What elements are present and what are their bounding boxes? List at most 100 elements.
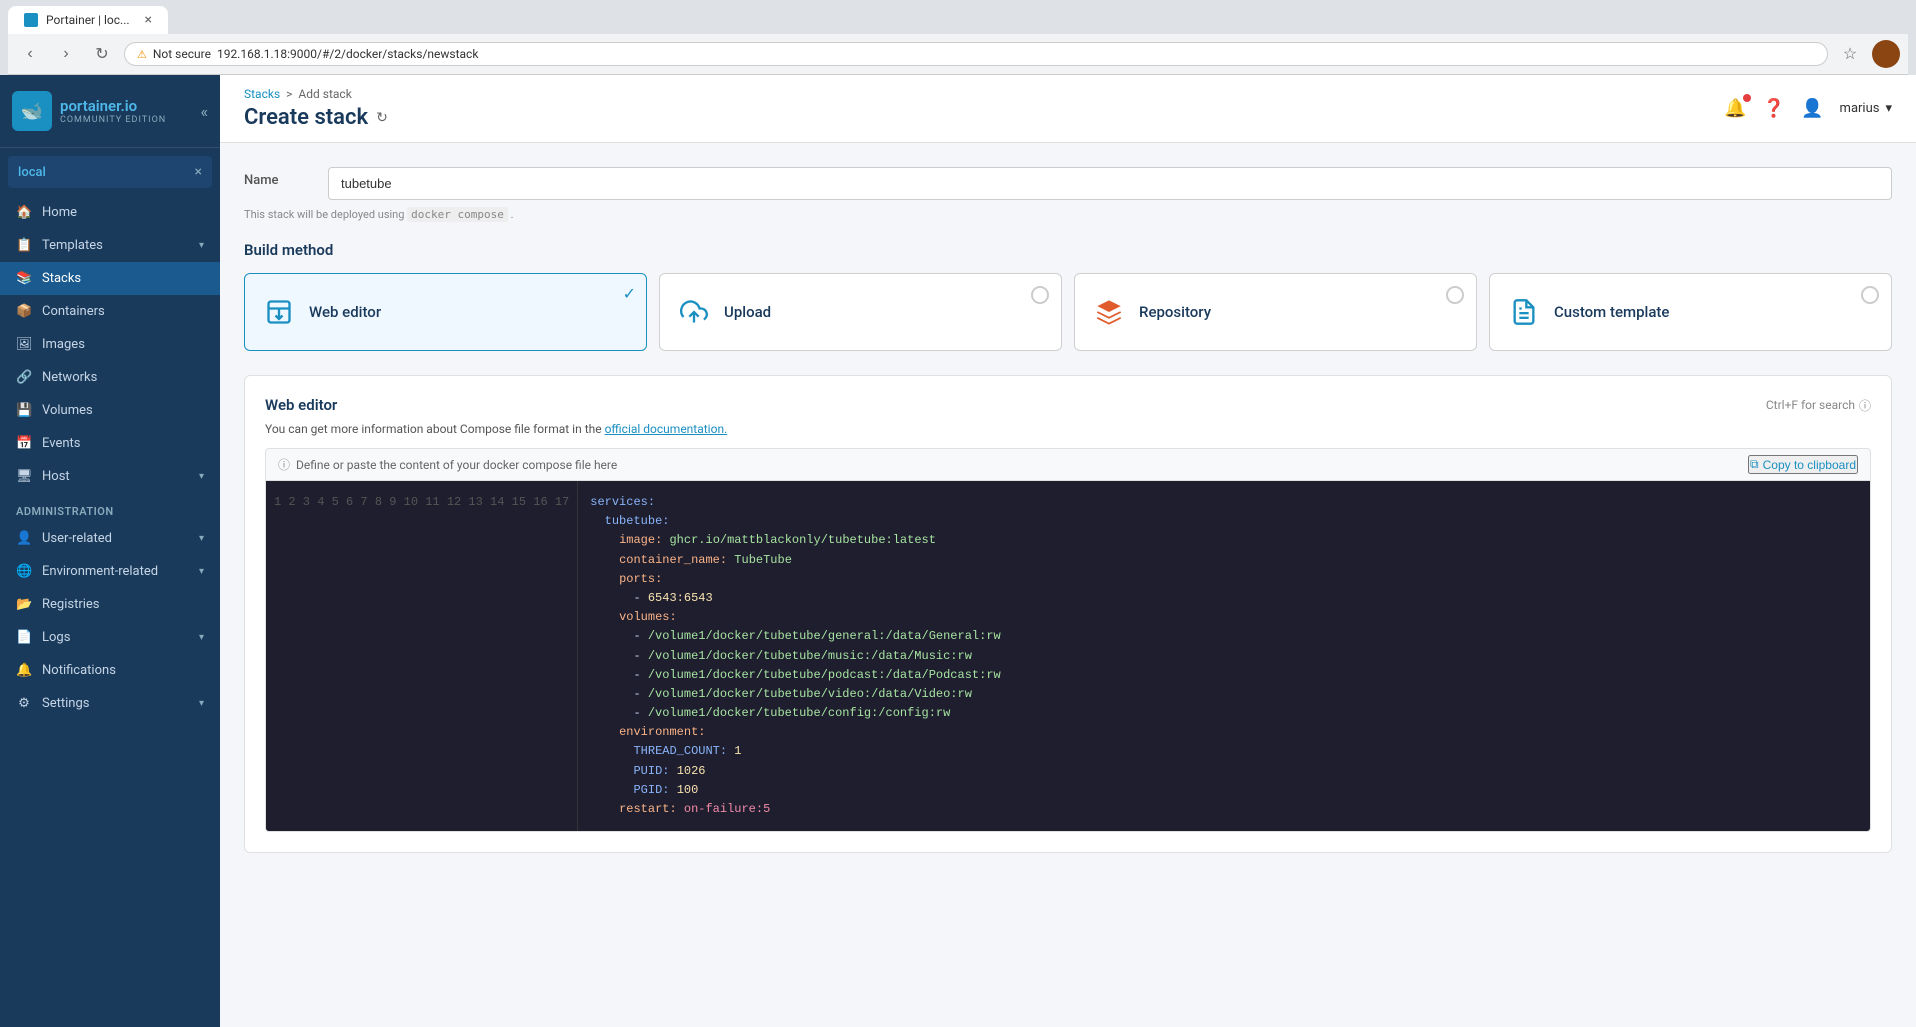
sidebar-item-events[interactable]: 📅 Events — [0, 427, 220, 460]
copy-to-clipboard-button[interactable]: ⧉ Copy to clipboard — [1748, 455, 1858, 474]
sidebar-item-images[interactable]: 🖼 Images — [0, 328, 220, 361]
address-bar[interactable]: ⚠ Not secure 192.168.1.18:9000/#/2/docke… — [124, 42, 1828, 66]
browser-tab[interactable]: Portainer | loc... × — [8, 6, 168, 34]
templates-icon: 📋 — [16, 238, 32, 253]
sidebar-logo-text: portainer.io COMMUNITY EDITION — [60, 97, 166, 125]
chevron-down-icon: ▾ — [199, 632, 204, 643]
sidebar-collapse-button[interactable]: « — [200, 102, 208, 121]
chevron-down-icon: ▾ — [199, 533, 204, 544]
chevron-down-icon: ▾ — [199, 698, 204, 709]
sidebar-item-environment-related[interactable]: 🌐 Environment-related ▾ — [0, 555, 220, 588]
address-text: 192.168.1.18:9000/#/2/docker/stacks/news… — [217, 47, 478, 61]
sidebar-item-label: Registries — [42, 597, 204, 612]
sidebar-item-containers[interactable]: 📦 Containers — [0, 295, 220, 328]
stacks-icon: 📚 — [16, 271, 32, 286]
sidebar-item-stacks[interactable]: 📚 Stacks — [0, 262, 220, 295]
browser-profile-avatar[interactable] — [1872, 40, 1900, 68]
upload-radio — [1031, 286, 1049, 304]
header-user[interactable]: marius ▾ — [1840, 101, 1892, 116]
sidebar-item-label: Containers — [42, 304, 204, 319]
help-button[interactable]: ❓ — [1763, 98, 1785, 119]
security-label: Not secure — [153, 47, 211, 61]
breadcrumb-current: Add stack — [298, 87, 351, 101]
sidebar-item-user-related[interactable]: 👤 User-related ▾ — [0, 522, 220, 555]
copy-label: Copy to clipboard — [1763, 458, 1856, 472]
web-editor-header: Web editor Ctrl+F for search ⓘ — [265, 396, 1871, 414]
sidebar-logo: 🐋 portainer.io COMMUNITY EDITION « — [0, 75, 220, 148]
sidebar-item-networks[interactable]: 🔗 Networks — [0, 361, 220, 394]
stack-tool-code: docker compose — [407, 207, 508, 222]
user-related-icon: 👤 — [16, 531, 32, 546]
security-icon: ⚠ — [137, 48, 147, 61]
build-method-web-editor[interactable]: Web editor ✓ — [244, 273, 647, 351]
sidebar-environment[interactable]: local × — [8, 156, 212, 188]
sidebar-item-label: Environment-related — [42, 564, 189, 579]
editor-hint-text: You can get more information about Compo… — [265, 422, 1871, 436]
page-title-row: Create stack ↻ — [244, 105, 388, 130]
build-method-group: Build method Web editor — [244, 241, 1892, 351]
stack-hint-suffix: . — [511, 208, 514, 221]
build-method-custom-template[interactable]: Custom template — [1489, 273, 1892, 351]
refresh-icon[interactable]: ↻ — [376, 110, 388, 126]
tab-favicon — [24, 13, 38, 27]
portainer-brand-name: portainer.io — [60, 97, 166, 115]
build-method-upload[interactable]: Upload — [659, 273, 1062, 351]
selected-check-icon: ✓ — [623, 284, 636, 303]
line-numbers: 1 2 3 4 5 6 7 8 9 10 11 12 13 14 15 16 1… — [266, 481, 578, 831]
stack-deploy-hint: This stack will be deployed using docker… — [244, 208, 1892, 221]
sidebar-item-label: Images — [42, 337, 204, 352]
page-title: Create stack — [244, 105, 368, 130]
admin-section-label: Administration — [0, 493, 220, 522]
sidebar-item-label: Stacks — [42, 271, 204, 286]
sidebar-item-home[interactable]: 🏠 Home — [0, 196, 220, 229]
web-editor-section: Web editor Ctrl+F for search ⓘ You can g… — [244, 375, 1892, 853]
sidebar-item-host[interactable]: 🖥 Host ▾ — [0, 460, 220, 493]
help-circle-icon: ⓘ — [1859, 397, 1871, 414]
repository-label: Repository — [1139, 303, 1211, 321]
sidebar-item-notifications[interactable]: 🔔 Notifications — [0, 654, 220, 687]
repository-radio — [1446, 286, 1464, 304]
bookmark-button[interactable]: ☆ — [1836, 40, 1864, 68]
back-button[interactable]: ‹ — [16, 40, 44, 68]
sidebar-item-settings[interactable]: ⚙ Settings ▾ — [0, 687, 220, 720]
custom-template-icon — [1506, 294, 1542, 330]
registries-icon: 📂 — [16, 597, 32, 612]
sidebar-item-registries[interactable]: 📂 Registries — [0, 588, 220, 621]
events-icon: 📅 — [16, 436, 32, 451]
environment-name: local — [18, 165, 46, 180]
content-area: Name This stack will be deployed using d… — [220, 143, 1916, 877]
breadcrumb: Stacks > Add stack — [244, 87, 388, 101]
sidebar-item-label: Home — [42, 205, 204, 220]
forward-button[interactable]: › — [52, 40, 80, 68]
sidebar-item-volumes[interactable]: 💾 Volumes — [0, 394, 220, 427]
code-editor[interactable]: 1 2 3 4 5 6 7 8 9 10 11 12 13 14 15 16 1… — [265, 480, 1871, 832]
build-method-repository[interactable]: Repository — [1074, 273, 1477, 351]
chevron-down-icon: ▾ — [199, 566, 204, 577]
reload-button[interactable]: ↻ — [88, 40, 116, 68]
official-docs-link[interactable]: official documentation. — [605, 422, 728, 436]
main-content: Stacks > Add stack Create stack ↻ 🔔 ❓ 👤 … — [220, 75, 1916, 1027]
networks-icon: 🔗 — [16, 370, 32, 385]
browser-toolbar: ‹ › ↻ ⚠ Not secure 192.168.1.18:9000/#/2… — [8, 34, 1908, 75]
notification-badge — [1743, 94, 1751, 102]
build-methods-grid: Web editor ✓ Upload — [244, 273, 1892, 351]
images-icon: 🖼 — [16, 337, 32, 352]
custom-template-radio — [1861, 286, 1879, 304]
build-method-title: Build method — [244, 241, 1892, 259]
code-content[interactable]: services: tubetube: image: ghcr.io/mattb… — [578, 481, 1870, 831]
name-input[interactable] — [328, 167, 1892, 200]
notifications-header-button[interactable]: 🔔 — [1724, 98, 1746, 119]
copy-icon: ⧉ — [1750, 457, 1759, 472]
breadcrumb-stacks-link[interactable]: Stacks — [244, 87, 280, 101]
header-left: Stacks > Add stack Create stack ↻ — [244, 87, 388, 130]
info-icon: ⓘ — [278, 456, 290, 473]
tab-close-button[interactable]: × — [145, 12, 152, 28]
sidebar-item-logs[interactable]: 📄 Logs ▾ — [0, 621, 220, 654]
name-label: Name — [244, 173, 304, 188]
environment-close-button[interactable]: × — [195, 164, 202, 180]
browser-chrome: Portainer | loc... × ‹ › ↻ ⚠ Not secure … — [0, 0, 1916, 75]
user-menu-button[interactable]: 👤 — [1801, 98, 1823, 119]
sidebar-item-label: User-related — [42, 531, 189, 546]
sidebar-item-templates[interactable]: 📋 Templates ▾ — [0, 229, 220, 262]
sidebar-item-label: Volumes — [42, 403, 204, 418]
